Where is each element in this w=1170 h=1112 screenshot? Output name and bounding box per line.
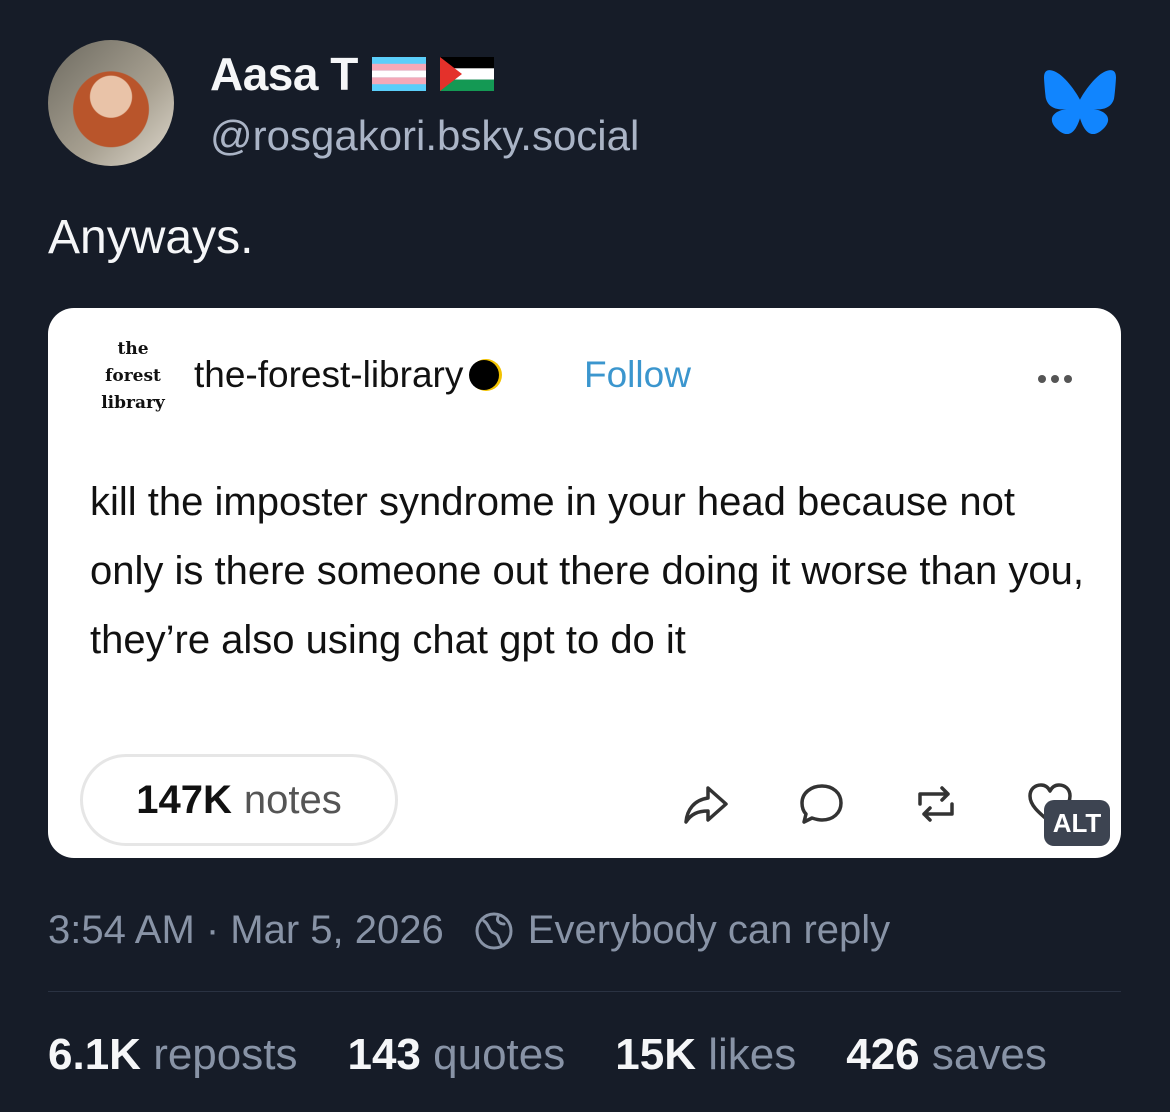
- stat-quotes[interactable]: 143 quotes: [347, 1030, 565, 1080]
- palestine-flag-icon: [439, 57, 494, 91]
- bluesky-butterfly-icon: [1044, 70, 1116, 134]
- eclipse-icon: [469, 359, 503, 391]
- reblog-icon: [918, 786, 954, 822]
- transgender-flag-icon: [371, 57, 426, 91]
- alt-text-badge[interactable]: ALT: [1044, 800, 1110, 846]
- tumblr-post-body: kill the imposter syndrome in your head …: [90, 480, 1084, 662]
- reply-icon: [800, 784, 843, 824]
- reply-setting[interactable]: Everybody can reply: [528, 908, 890, 953]
- blog-logo: the forest library: [101, 339, 165, 413]
- author-name-row: Aasa T: [210, 44, 494, 104]
- globe-icon: [475, 912, 513, 949]
- notes-pill: 147K notes: [80, 754, 398, 846]
- stat-saves[interactable]: 426 saves: [846, 1030, 1047, 1080]
- notes-count: 147K: [136, 777, 232, 822]
- post-meta-row: 3:54 AM · Mar 5, 2026 Everybody can repl…: [48, 908, 890, 953]
- post-text: Anyways.: [48, 211, 254, 264]
- avatar[interactable]: [48, 40, 174, 166]
- stat-likes[interactable]: 15K likes: [615, 1030, 796, 1080]
- more-options-icon: [1038, 370, 1077, 388]
- post-timestamp: 3:54 AM · Mar 5, 2026: [48, 908, 444, 952]
- blog-name: the-forest-library: [194, 354, 464, 395]
- notes-label: notes: [243, 777, 342, 822]
- follow-link: Follow: [584, 354, 691, 395]
- blog-name-row: the-forest-library: [194, 354, 503, 396]
- embedded-image[interactable]: the forest library the-forest-library Fo…: [48, 308, 1121, 858]
- display-name[interactable]: Aasa T: [210, 47, 358, 101]
- stat-reposts[interactable]: 6.1K reposts: [48, 1030, 297, 1080]
- engagement-stats: 6.1K reposts 143 quotes 15K likes 426 sa…: [48, 1030, 1047, 1080]
- divider: [48, 991, 1121, 992]
- author-handle[interactable]: @rosgakori.bsky.social: [210, 112, 639, 160]
- share-icon: [684, 786, 728, 824]
